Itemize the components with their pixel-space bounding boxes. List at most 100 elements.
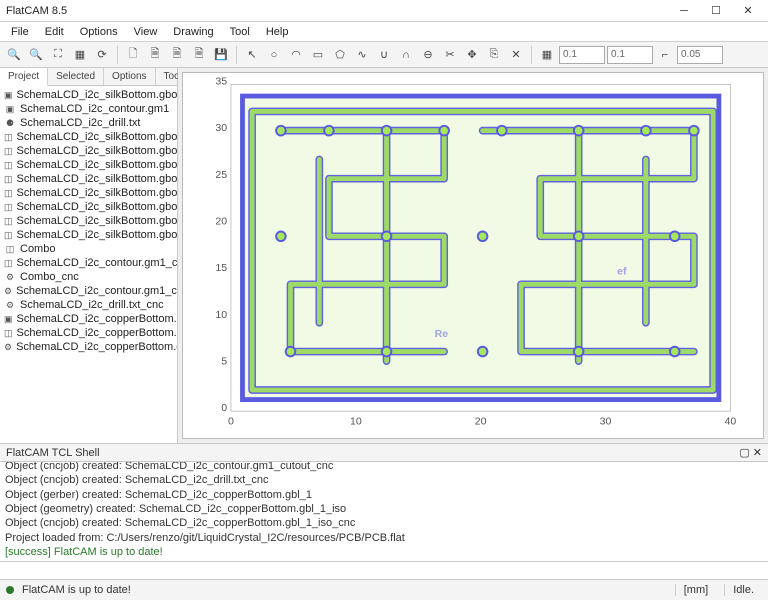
grid-x-input[interactable]: 0.1 (559, 46, 605, 64)
file-type-icon: ⚙ (4, 271, 16, 283)
tree-item-label: SchemaLCD_i2c_silkBottom.gbo_iso (17, 131, 177, 143)
tree-item[interactable]: ◫ SchemaLCD_i2c_silkBottom.gbo_iso (0, 130, 177, 144)
project-tree[interactable]: ▣SchemaLCD_i2c_silkBottom.gbo▣SchemaLCD_… (0, 86, 177, 443)
add-rect-icon[interactable]: ▭ (308, 45, 328, 65)
tree-item[interactable]: ⚙Combo_cnc (0, 270, 177, 284)
menu-edit[interactable]: Edit (38, 24, 71, 40)
clear-plot-icon[interactable]: ▦ (70, 45, 90, 65)
zoom-out-icon[interactable]: 🔍 (26, 45, 46, 65)
snap-input[interactable]: 0.05 (677, 46, 723, 64)
close-button[interactable]: ✕ (732, 1, 764, 21)
svg-text:20: 20 (215, 215, 227, 227)
zoom-in-icon[interactable]: 🔍 (4, 45, 24, 65)
open-excellon-icon[interactable]: 🗎 (167, 45, 187, 65)
add-circle-icon[interactable]: ○ (264, 45, 284, 65)
file-type-icon: ◫ (4, 215, 13, 227)
menu-help[interactable]: Help (259, 24, 296, 40)
tree-item-label: SchemaLCD_i2c_silkBottom.gbo_iso_pain (17, 229, 177, 241)
tree-item[interactable]: ◫SchemaLCD_i2c_contour.gm1_cutout (0, 256, 177, 270)
shell-line: Project loaded from: C:/Users/renzo/git/… (5, 531, 763, 545)
menubar: File Edit Options View Drawing Tool Help (0, 22, 768, 42)
plot-canvas[interactable]: 05101520253035 010203040 (182, 72, 764, 439)
menu-view[interactable]: View (127, 24, 165, 40)
svg-text:0: 0 (221, 402, 227, 414)
svg-text:10: 10 (215, 309, 227, 321)
maximize-button[interactable]: ☐ (700, 1, 732, 21)
snap-corner-icon[interactable]: ⌐ (655, 45, 675, 65)
cut-path-icon[interactable]: ✂ (440, 45, 460, 65)
status-state: Idle. (724, 584, 762, 596)
shell-close-icon[interactable]: ▢ ✕ (739, 446, 762, 459)
tree-item[interactable]: ◫Combo (0, 242, 177, 256)
svg-text:0: 0 (228, 416, 234, 428)
shell-line: Object (cncjob) created: SchemaLCD_i2c_d… (5, 473, 763, 487)
grid-icon[interactable]: ▦ (537, 45, 557, 65)
tree-item[interactable]: ▣SchemaLCD_i2c_contour.gm1 (0, 102, 177, 116)
pcb-plot: 05101520253035 010203040 (183, 73, 763, 438)
menu-file[interactable]: File (4, 24, 36, 40)
file-type-icon: ⚙ (4, 285, 12, 297)
tree-item-label: Combo (20, 243, 55, 255)
toolbar-separator (236, 46, 237, 64)
file-type-icon: ⚙ (4, 341, 12, 353)
tree-item-label: SchemaLCD_i2c_silkBottom.gbo_iso_pain (17, 201, 177, 213)
tree-item[interactable]: ⚙SchemaLCD_i2c_drill.txt_cnc (0, 298, 177, 312)
tab-options[interactable]: Options (104, 68, 155, 85)
tree-item[interactable]: ◫SchemaLCD_i2c_silkBottom.gbo_iso_pain (0, 144, 177, 158)
toolbar-separator (117, 46, 118, 64)
tab-project[interactable]: Project (0, 68, 48, 86)
intersection-icon[interactable]: ∩ (396, 45, 416, 65)
shell-input[interactable] (0, 562, 768, 580)
shell-line: Object (cncjob) created: SchemaLCD_i2c_c… (5, 516, 763, 530)
tree-item[interactable]: ▣SchemaLCD_i2c_silkBottom.gbo (0, 88, 177, 102)
open-gcode-icon[interactable]: 🗎 (189, 45, 209, 65)
tree-item-label: SchemaLCD_i2c_contour.gm1_cutout_cn (16, 285, 177, 297)
add-path-icon[interactable]: ∿ (352, 45, 372, 65)
tree-item[interactable]: ◫SchemaLCD_i2c_silkBottom.gbo_iso_pain (0, 214, 177, 228)
zoom-fit-icon[interactable]: ⛶ (48, 45, 68, 65)
tree-item[interactable]: ⚙ SchemaLCD_i2c_contour.gm1_cutout_cn (0, 284, 177, 298)
file-type-icon: ▣ (4, 103, 16, 115)
tree-item[interactable]: ◫SchemaLCD_i2c_silkBottom.gbo_iso_pain (0, 186, 177, 200)
add-polygon-icon[interactable]: ⬠ (330, 45, 350, 65)
tree-item[interactable]: ◫SchemaLCD_i2c_silkBottom.gbo_iso_pain (0, 158, 177, 172)
shell-output[interactable]: Object (geometry) created: SchemaLCD_i2c… (0, 462, 768, 562)
tab-selected[interactable]: Selected (48, 68, 104, 85)
delete-shape-icon[interactable]: ✕ (506, 45, 526, 65)
subtract-icon[interactable]: ⊖ (418, 45, 438, 65)
save-icon[interactable]: 💾 (211, 45, 231, 65)
toolbar-separator (531, 46, 532, 64)
file-type-icon: ◫ (4, 201, 13, 213)
svg-text:10: 10 (350, 416, 362, 428)
status-dot-icon (6, 586, 14, 594)
tree-item-label: SchemaLCD_i2c_contour.gm1_cutout (17, 257, 177, 269)
grid-y-input[interactable]: 0.1 (607, 46, 653, 64)
file-type-icon: ◫ (4, 131, 13, 143)
tree-item[interactable]: ⚈SchemaLCD_i2c_drill.txt (0, 116, 177, 130)
tree-item[interactable]: ◫SchemaLCD_i2c_silkBottom.gbo_iso_pain (0, 172, 177, 186)
shell-line: Object (cncjob) created: SchemaLCD_i2c_c… (5, 462, 763, 473)
tree-item[interactable]: ⚙ SchemaLCD_i2c_copperBottom.gbl_1_iso (0, 340, 177, 354)
new-icon[interactable]: 🗋 (123, 45, 143, 65)
menu-tool[interactable]: Tool (223, 24, 257, 40)
open-gerber-icon[interactable]: 🗎 (145, 45, 165, 65)
titlebar: FlatCAM 8.5 ─ ☐ ✕ (0, 0, 768, 22)
svg-text:35: 35 (215, 76, 227, 88)
copy-icon[interactable]: ⎘ (484, 45, 504, 65)
minimize-button[interactable]: ─ (668, 1, 700, 21)
svg-text:Re: Re (435, 328, 449, 340)
tree-item-label: SchemaLCD_i2c_copperBottom.gbl_1_iso (16, 341, 177, 353)
select-icon[interactable]: ↖ (242, 45, 262, 65)
tree-item-label: SchemaLCD_i2c_copperBottom.gbl_1 (17, 313, 177, 325)
tree-item[interactable]: ◫SchemaLCD_i2c_copperBottom.gbl_1_iso (0, 326, 177, 340)
replot-icon[interactable]: ⟳ (92, 45, 112, 65)
tree-item[interactable]: ▣SchemaLCD_i2c_copperBottom.gbl_1 (0, 312, 177, 326)
union-icon[interactable]: ∪ (374, 45, 394, 65)
menu-options[interactable]: Options (73, 24, 125, 40)
add-arc-icon[interactable]: ◠ (286, 45, 306, 65)
svg-text:20: 20 (475, 416, 487, 428)
tree-item[interactable]: ◫SchemaLCD_i2c_silkBottom.gbo_iso_pain (0, 228, 177, 242)
move-icon[interactable]: ✥ (462, 45, 482, 65)
tree-item[interactable]: ◫ SchemaLCD_i2c_silkBottom.gbo_iso_pain (0, 200, 177, 214)
menu-drawing[interactable]: Drawing (166, 24, 220, 40)
